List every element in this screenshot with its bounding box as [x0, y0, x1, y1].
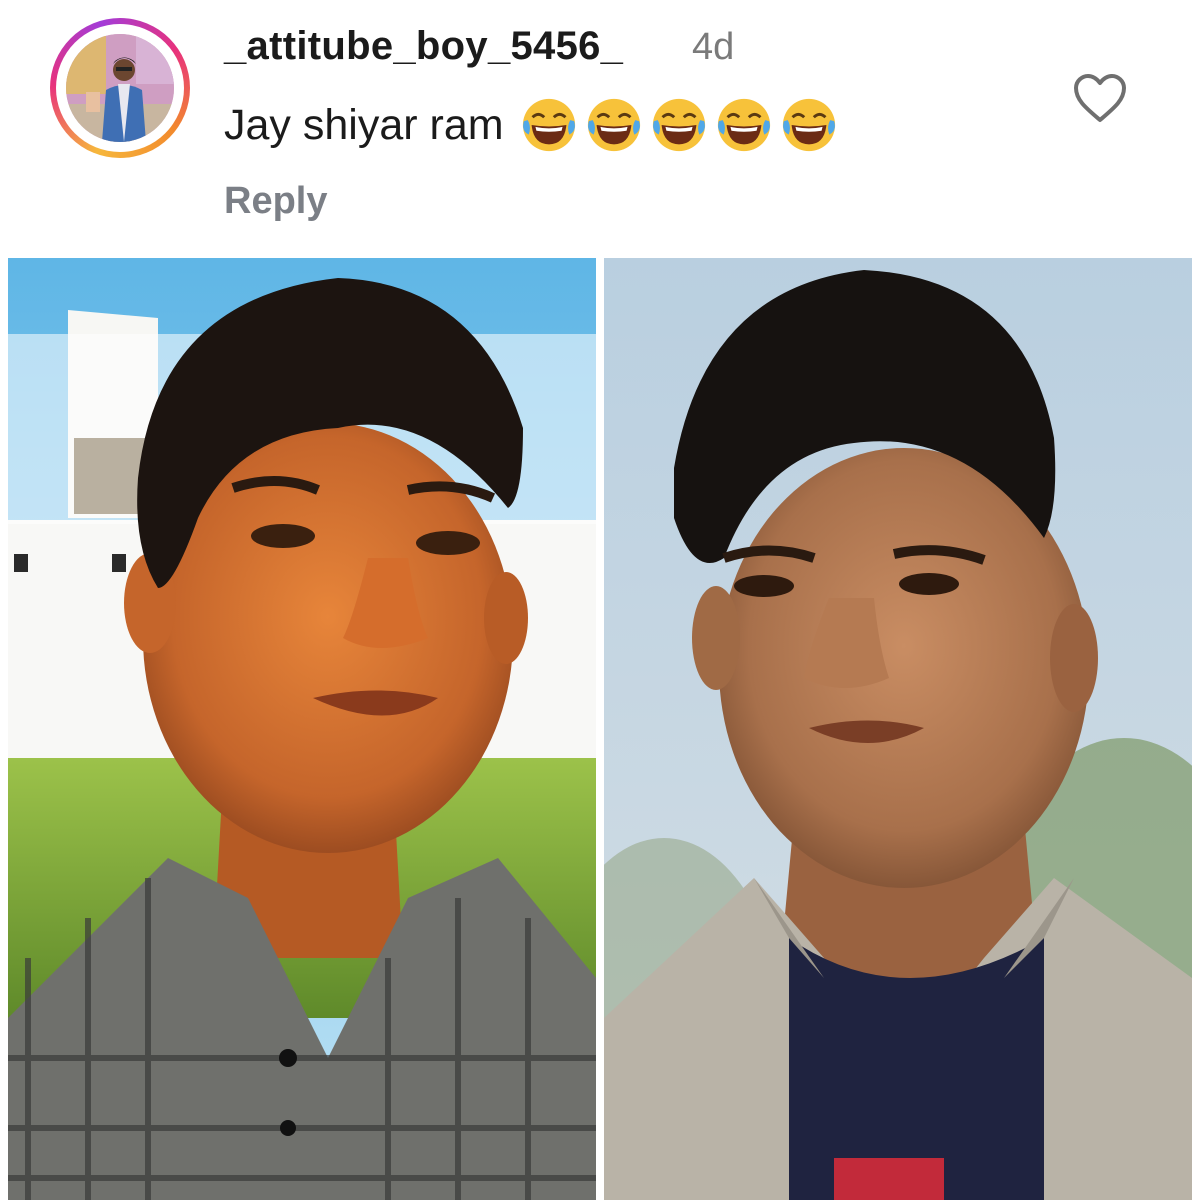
- laughing-emoji-icon: [782, 98, 835, 152]
- reply-button[interactable]: Reply: [224, 180, 327, 223]
- comment-text: Jay shiyar ram: [224, 100, 504, 149]
- photo-left: [8, 258, 596, 1200]
- laughing-emoji-icon: [587, 98, 640, 152]
- username[interactable]: _attitube_boy_5456_: [224, 24, 623, 69]
- heart-outline-icon[interactable]: [1072, 72, 1128, 124]
- photo-right: [604, 258, 1192, 1200]
- timestamp: 4d: [692, 26, 735, 68]
- comment-item: _attitube_boy_5456_ 4d Jay shiyar ram Re…: [0, 0, 1200, 250]
- laughing-emoji-icon: [717, 98, 770, 152]
- comment-body: Jay shiyar ram: [224, 96, 838, 154]
- screenshot-frame: _attitube_boy_5456_ 4d Jay shiyar ram Re…: [0, 0, 1200, 1200]
- emoji-group: [520, 96, 838, 154]
- story-ring[interactable]: [50, 18, 190, 158]
- laughing-emoji-icon: [522, 98, 575, 152]
- avatar[interactable]: [66, 34, 174, 142]
- laughing-emoji-icon: [652, 98, 705, 152]
